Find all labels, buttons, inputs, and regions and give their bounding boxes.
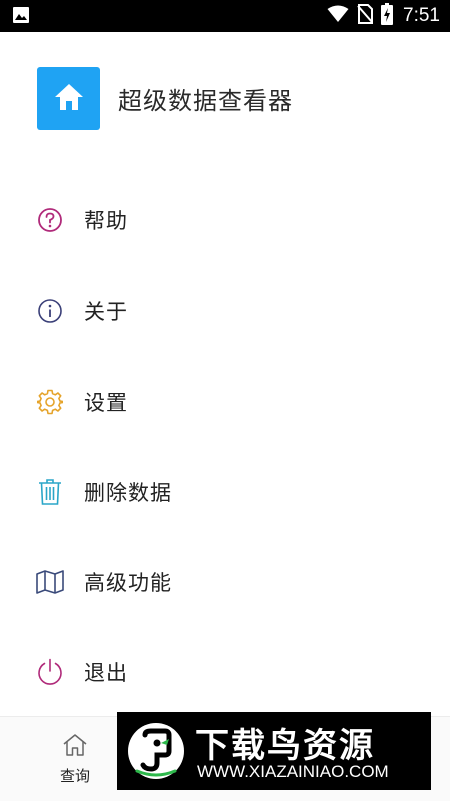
menu-label-advanced: 高级功能 (84, 571, 172, 595)
menu-label-exit: 退出 (84, 661, 128, 685)
watermark-url: WWW.XIAZAINIAO.COM (197, 762, 389, 781)
menu-label-help: 帮助 (84, 209, 128, 233)
app-title: 超级数据查看器 (118, 87, 293, 115)
menu-label-delete-data: 删除数据 (84, 481, 172, 505)
menu-item-help[interactable]: 帮助 (0, 175, 450, 265)
menu-item-about[interactable]: 关于 (0, 266, 450, 356)
menu-item-advanced[interactable]: 高级功能 (0, 537, 450, 627)
status-bar: 7:51 (0, 0, 450, 32)
home-outline-icon (62, 733, 88, 761)
no-sim-icon (357, 4, 374, 28)
menu-item-delete-data[interactable]: 删除数据 (0, 447, 450, 537)
watermark-logo (125, 721, 187, 785)
nav-label-query: 查询 (59, 767, 90, 785)
help-icon (36, 206, 64, 234)
status-time: 7:51 (403, 5, 440, 26)
power-icon (36, 658, 64, 686)
watermark-banner: 下载鸟资源 WWW.XIAZAINIAO.COM (117, 712, 431, 790)
watermark-title: 下载鸟资源 (195, 726, 375, 766)
gallery-notification-icon (12, 6, 30, 28)
app-logo (37, 67, 100, 130)
battery-charging-icon (381, 3, 394, 29)
app-header: 超级数据查看器 (37, 67, 293, 130)
home-icon (53, 82, 85, 116)
nav-item-query[interactable]: 查询 (40, 733, 110, 786)
menu-label-about: 关于 (84, 300, 128, 324)
gear-icon (36, 388, 64, 416)
menu-item-settings[interactable]: 设置 (0, 357, 450, 447)
wifi-icon (327, 5, 349, 27)
map-icon (36, 568, 64, 596)
info-icon (36, 297, 64, 325)
menu-label-settings: 设置 (84, 391, 128, 415)
menu-item-exit[interactable]: 退出 (0, 627, 450, 717)
trash-icon (36, 478, 64, 506)
